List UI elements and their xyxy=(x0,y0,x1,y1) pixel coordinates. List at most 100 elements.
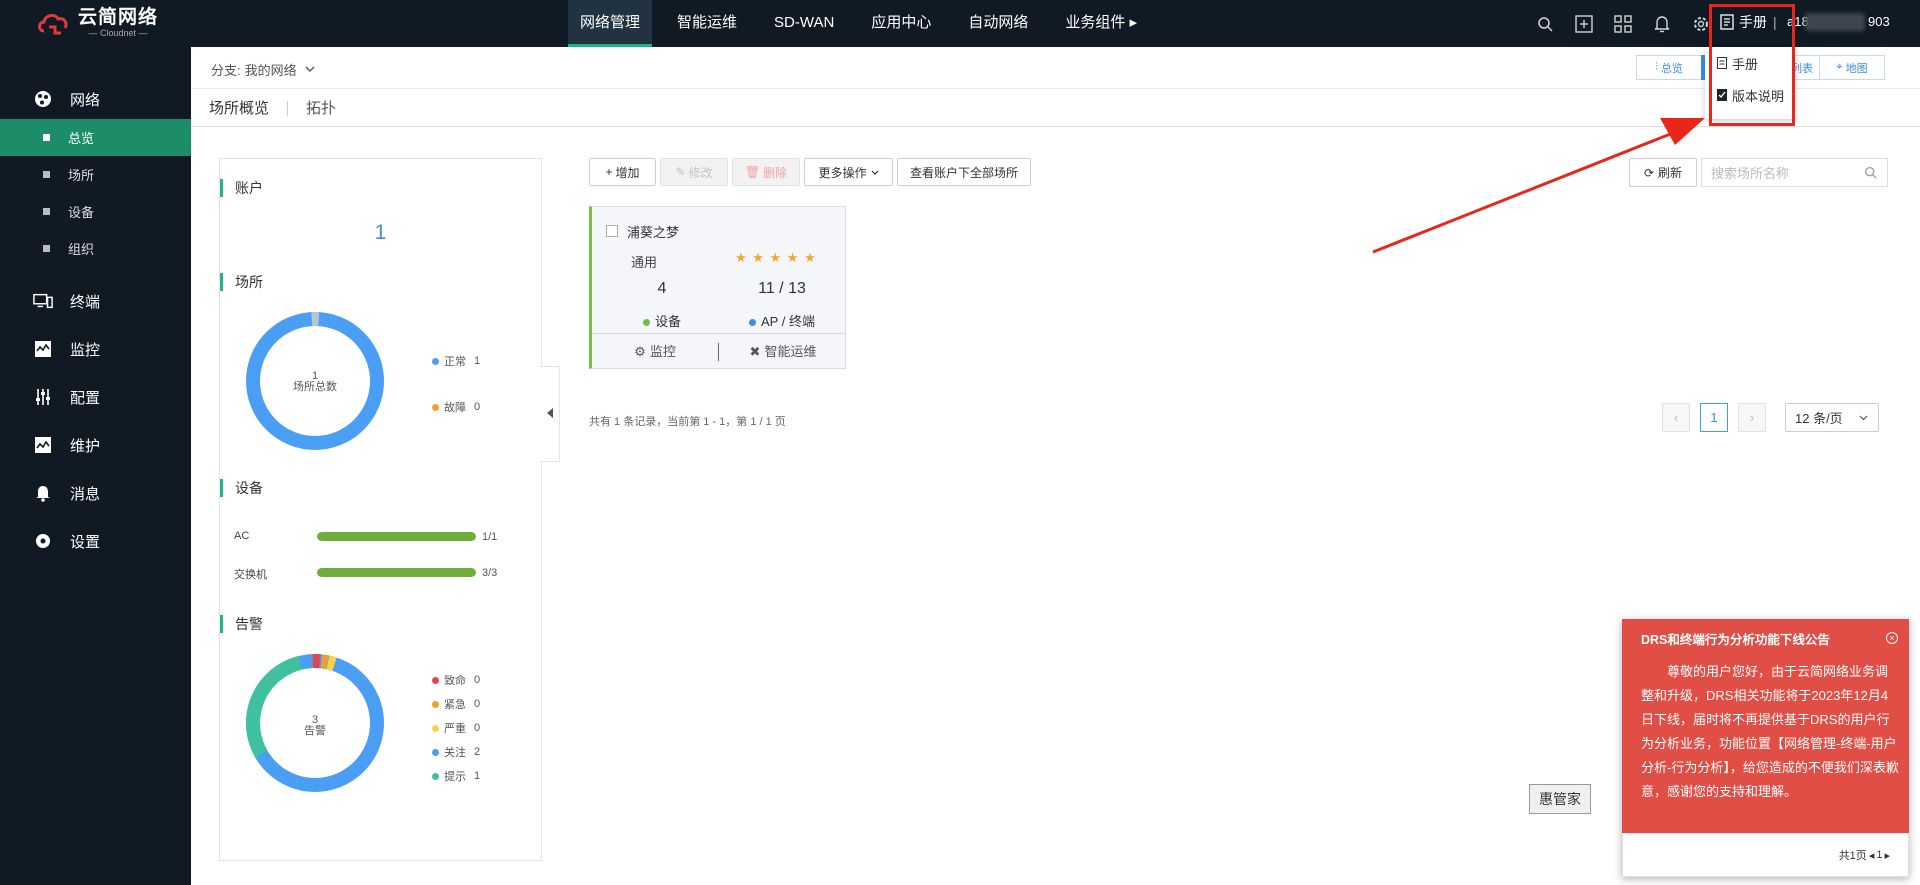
search-icon[interactable] xyxy=(1864,166,1877,179)
search-icon[interactable] xyxy=(1533,12,1557,36)
notice-page-current: 1 xyxy=(1876,849,1883,861)
nav-sdwan[interactable]: SD-WAN xyxy=(762,0,846,47)
site-toolbar: + 增加 ✎ 修改 🗑 删除 更多操作 查看账户下全部场所 xyxy=(589,158,1035,186)
per-page-select[interactable]: 12 条/页 xyxy=(1785,403,1879,432)
sidebar-item-settings[interactable]: 设置 xyxy=(0,517,191,565)
close-icon[interactable]: × xyxy=(1886,632,1898,644)
legend-alarm-fatal: 致命 0 xyxy=(432,672,480,688)
panel-collapse-handle[interactable] xyxy=(540,366,560,462)
legend-alarm-urgent: 紧急 0 xyxy=(432,696,480,712)
site-device-label: 设备 xyxy=(592,311,732,330)
caret-right-icon[interactable]: ▸ xyxy=(1884,849,1890,862)
breadcrumb-bar: 分支: 我的网络 ⫶ 总览 列表 ⌖ 地图 xyxy=(191,47,1920,89)
sidebar-item-config[interactable]: 配置 xyxy=(0,373,191,421)
site-ap-label: AP / 终端 xyxy=(712,311,852,330)
notice-footer: 共1页 ◂ 1 ▸ xyxy=(1622,833,1909,877)
notice-body: 尊敬的用户您好，由于云简网络业务调整和升级，DRS相关功能将于2023年12月4… xyxy=(1641,664,1899,799)
sidebar-item-terminal[interactable]: 终端 xyxy=(0,277,191,325)
sidebar-item-maintain[interactable]: 维护 xyxy=(0,421,191,469)
sidebar-sub-overview[interactable]: 总览 xyxy=(0,119,191,156)
bell-icon[interactable] xyxy=(1650,12,1674,36)
sidebar-group-label: 消息 xyxy=(70,485,101,503)
user-name-redacted xyxy=(1805,13,1865,31)
sidebar-group-label: 维护 xyxy=(70,437,101,455)
sidebar-sub-sites[interactable]: 场所 xyxy=(0,156,191,193)
prev-page-button[interactable]: ‹ xyxy=(1662,403,1690,432)
device-row-label: AC xyxy=(234,530,250,542)
site-rating-stars: ★ ★ ★ ★ ★ xyxy=(735,250,817,265)
tab-topology[interactable]: 拓扑 xyxy=(306,97,336,118)
config-icon xyxy=(33,387,53,407)
add-icon[interactable] xyxy=(1572,12,1596,36)
site-ap-count[interactable]: 11 / 13 xyxy=(712,280,852,298)
delete-button[interactable]: 🗑 删除 xyxy=(732,158,800,186)
terminal-icon xyxy=(33,291,53,311)
view-map-button[interactable]: ⌖ 地图 xyxy=(1819,55,1885,80)
device-progress-bar xyxy=(317,568,476,577)
chevron-down-icon xyxy=(1859,415,1868,421)
add-button[interactable]: + 增加 xyxy=(589,158,656,186)
bell-icon xyxy=(33,483,53,503)
page-number-button[interactable]: 1 xyxy=(1700,403,1728,432)
tab-site-overview[interactable]: 场所概览 xyxy=(209,97,269,118)
legend-alarm-severe: 严重 0 xyxy=(432,720,480,736)
notice-popup: DRS和终端行为分析功能下线公告 × 尊敬的用户您好，由于云简网络业务调整和升级… xyxy=(1622,619,1909,877)
network-icon xyxy=(33,89,53,109)
refresh-icon: ⟳ xyxy=(1643,165,1655,180)
sidebar-item-messages[interactable]: 消息 xyxy=(0,469,191,517)
view-map-label: 地图 xyxy=(1845,62,1868,75)
sidebar-item-network[interactable]: 网络 xyxy=(0,47,191,119)
hui-guanjia-button[interactable]: 惠管家 xyxy=(1529,784,1591,814)
legend-site-normal: 正常 1 xyxy=(432,353,480,369)
sidebar-sub-devices[interactable]: 设备 xyxy=(0,193,191,230)
sidebar-sub-label: 总览 xyxy=(68,131,95,146)
refresh-button[interactable]: ⟳ 刷新 xyxy=(1629,158,1697,187)
edit-icon: ✎ xyxy=(675,165,686,179)
legend-alarm-hint: 提示 1 xyxy=(432,768,480,784)
site-search-input[interactable]: 搜索场所名称 xyxy=(1701,158,1888,187)
sidebar-group-label: 监控 xyxy=(70,341,101,359)
site-name[interactable]: 浦葵之梦 xyxy=(627,222,679,241)
nav-auto-network[interactable]: 自动网络 xyxy=(956,0,1040,47)
nav-app-center[interactable]: 应用中心 xyxy=(859,0,943,47)
view-all-sites-button[interactable]: 查看账户下全部场所 xyxy=(897,158,1031,186)
site-monitor-button[interactable]: ⚙ 监控 xyxy=(592,341,718,360)
account-count[interactable]: 1 xyxy=(220,221,541,245)
sidebar-sub-organization[interactable]: 组织 xyxy=(0,230,191,267)
nav-network-management[interactable]: 网络管理 xyxy=(568,0,653,47)
sidebar-group-label: 设置 xyxy=(70,533,101,551)
device-row-value[interactable]: 1/1 xyxy=(482,531,497,543)
device-progress-bar xyxy=(317,532,476,541)
site-smart-ops-button[interactable]: ✖ 智能运维 xyxy=(720,341,846,360)
alarm-total-label: 告警 xyxy=(304,725,326,737)
nav-business-components[interactable]: 业务组件 ▸ xyxy=(1053,0,1149,47)
sidebar-sub-label: 组织 xyxy=(68,242,95,257)
maintain-icon xyxy=(33,435,53,455)
view-overview-button[interactable]: ⫶ 总览 xyxy=(1636,55,1702,80)
site-device-count[interactable]: 4 xyxy=(592,280,732,298)
apps-grid-icon[interactable] xyxy=(1611,12,1635,36)
tab-bar: 场所概览 拓扑 xyxy=(191,89,1920,127)
caret-left-icon[interactable]: ◂ xyxy=(1869,849,1875,862)
site-card[interactable]: 浦葵之梦 通用 ★ ★ ★ ★ ★ 4 11 / 13 设备 AP / 终端 ⚙… xyxy=(589,206,846,369)
edit-button[interactable]: ✎ 修改 xyxy=(660,158,728,186)
sidebar-group-label: 配置 xyxy=(70,389,101,407)
site-card-checkbox[interactable] xyxy=(606,225,618,237)
chart-icon: ⫶ xyxy=(1655,61,1658,73)
branch-value: 我的网络 xyxy=(244,63,297,78)
gear-icon xyxy=(33,531,53,551)
next-page-button[interactable]: › xyxy=(1738,403,1766,432)
sidebar-item-monitor[interactable]: 监控 xyxy=(0,325,191,373)
device-row-label: 交换机 xyxy=(234,569,267,581)
notice-title: DRS和终端行为分析功能下线公告 xyxy=(1641,633,1830,647)
device-row-value[interactable]: 3/3 xyxy=(482,567,497,579)
sidebar-sub-label: 设备 xyxy=(68,205,95,220)
nav-smart-ops[interactable]: 智能运维 xyxy=(665,0,749,47)
more-actions-button[interactable]: 更多操作 xyxy=(804,158,893,186)
plus-icon: + xyxy=(605,165,613,179)
logo[interactable]: 云简网络 — Cloudnet — xyxy=(36,8,158,38)
main-nav: 网络管理 智能运维 SD-WAN 应用中心 自动网络 业务组件 ▸ xyxy=(568,0,1162,47)
user-name-suffix[interactable]: 903 xyxy=(1868,14,1890,29)
alarm-title: 告警 xyxy=(220,615,263,633)
branch-selector[interactable]: 分支: 我的网络 xyxy=(211,60,315,79)
